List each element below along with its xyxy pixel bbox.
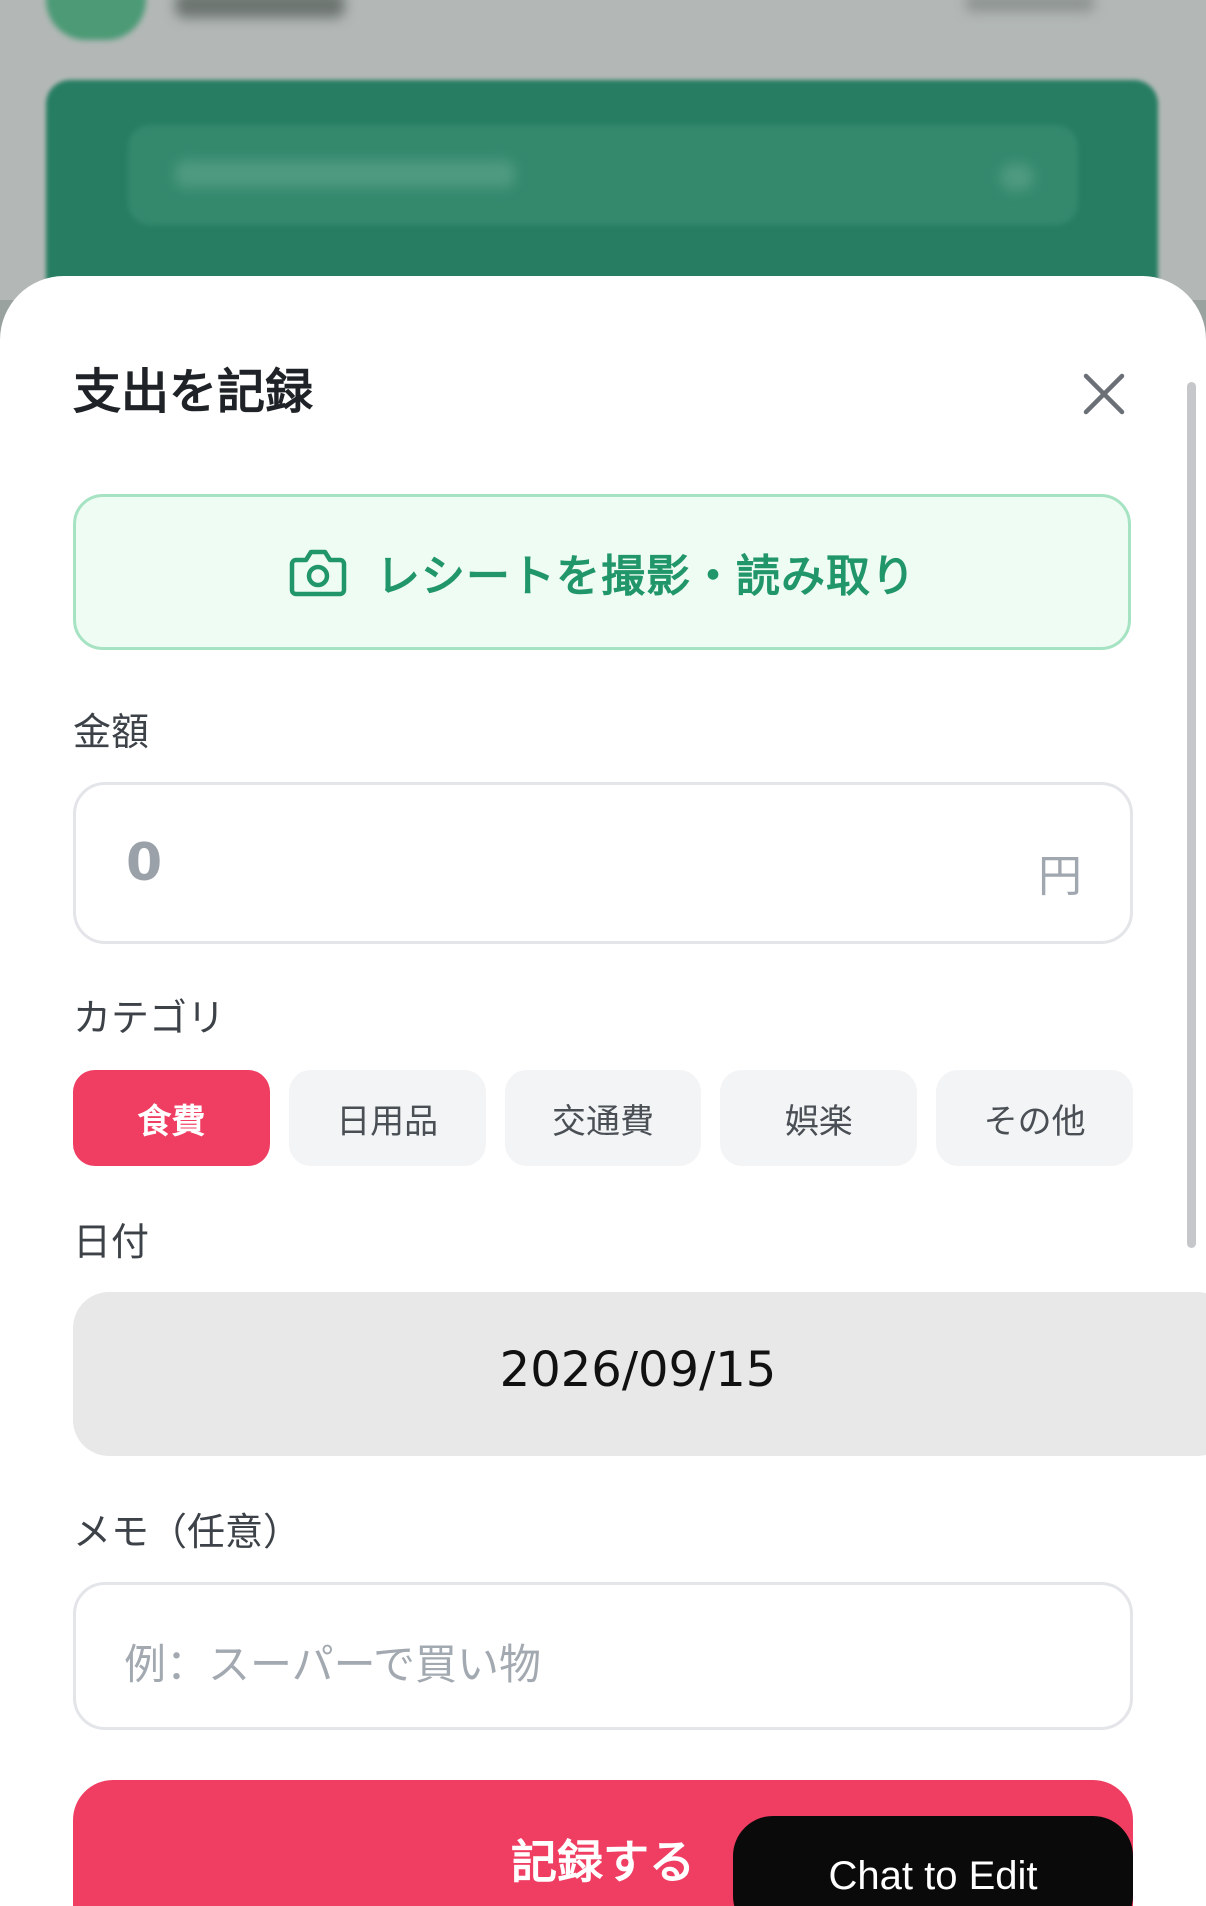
sheet-title: 支出を記録 — [73, 364, 314, 420]
background-avatar — [46, 0, 146, 40]
memo-placeholder: 例：スーパーで買い物 — [124, 1640, 542, 1689]
receipt-scan-label: レシートを撮影・読み取り — [376, 551, 916, 602]
chat-to-edit-label: Chat to Edit — [828, 1854, 1038, 1898]
background-title — [175, 0, 345, 18]
amount-placeholder: 0 — [126, 833, 163, 893]
category-chip-food[interactable]: 食費 — [73, 1070, 270, 1166]
amount-label: 金額 — [73, 710, 150, 754]
receipt-scan-button[interactable]: レシートを撮影・読み取り — [73, 494, 1131, 650]
currency-unit: 円 — [1038, 851, 1082, 902]
expense-sheet: 支出を記録 レシートを撮影・読み取り 金額 0 円 カテゴリ 食費 日用品 交通… — [0, 276, 1206, 1906]
date-label: 日付 — [73, 1220, 150, 1264]
memo-label: メモ（任意） — [73, 1510, 302, 1554]
close-button[interactable] — [1078, 368, 1130, 420]
category-label: カテゴリ — [73, 996, 226, 1040]
category-chips: 食費 日用品 交通費 娯楽 その他 — [73, 1070, 1133, 1166]
date-value: 2026/09/15 — [499, 1342, 777, 1398]
background-card-text — [175, 160, 515, 188]
date-picker[interactable]: 2026/09/15 — [73, 1292, 1206, 1456]
category-chip-entertainment[interactable]: 娯楽 — [720, 1070, 918, 1166]
background-card-icon — [1000, 163, 1034, 191]
camera-icon — [289, 549, 347, 597]
category-chip-other[interactable]: その他 — [936, 1070, 1133, 1166]
background-header-action — [965, 0, 1095, 12]
chat-to-edit-button[interactable]: Chat to Edit — [733, 1816, 1133, 1906]
category-chip-transport[interactable]: 交通費 — [504, 1070, 702, 1166]
amount-input[interactable]: 0 円 — [73, 782, 1133, 944]
scrollbar[interactable] — [1187, 382, 1196, 1248]
background-app — [0, 0, 1206, 300]
category-chip-daily-goods[interactable]: 日用品 — [288, 1070, 486, 1166]
close-icon — [1083, 373, 1125, 415]
memo-input[interactable]: 例：スーパーで買い物 — [73, 1582, 1133, 1730]
date-value-row: 2026/09/15 — [73, 1342, 1206, 1398]
